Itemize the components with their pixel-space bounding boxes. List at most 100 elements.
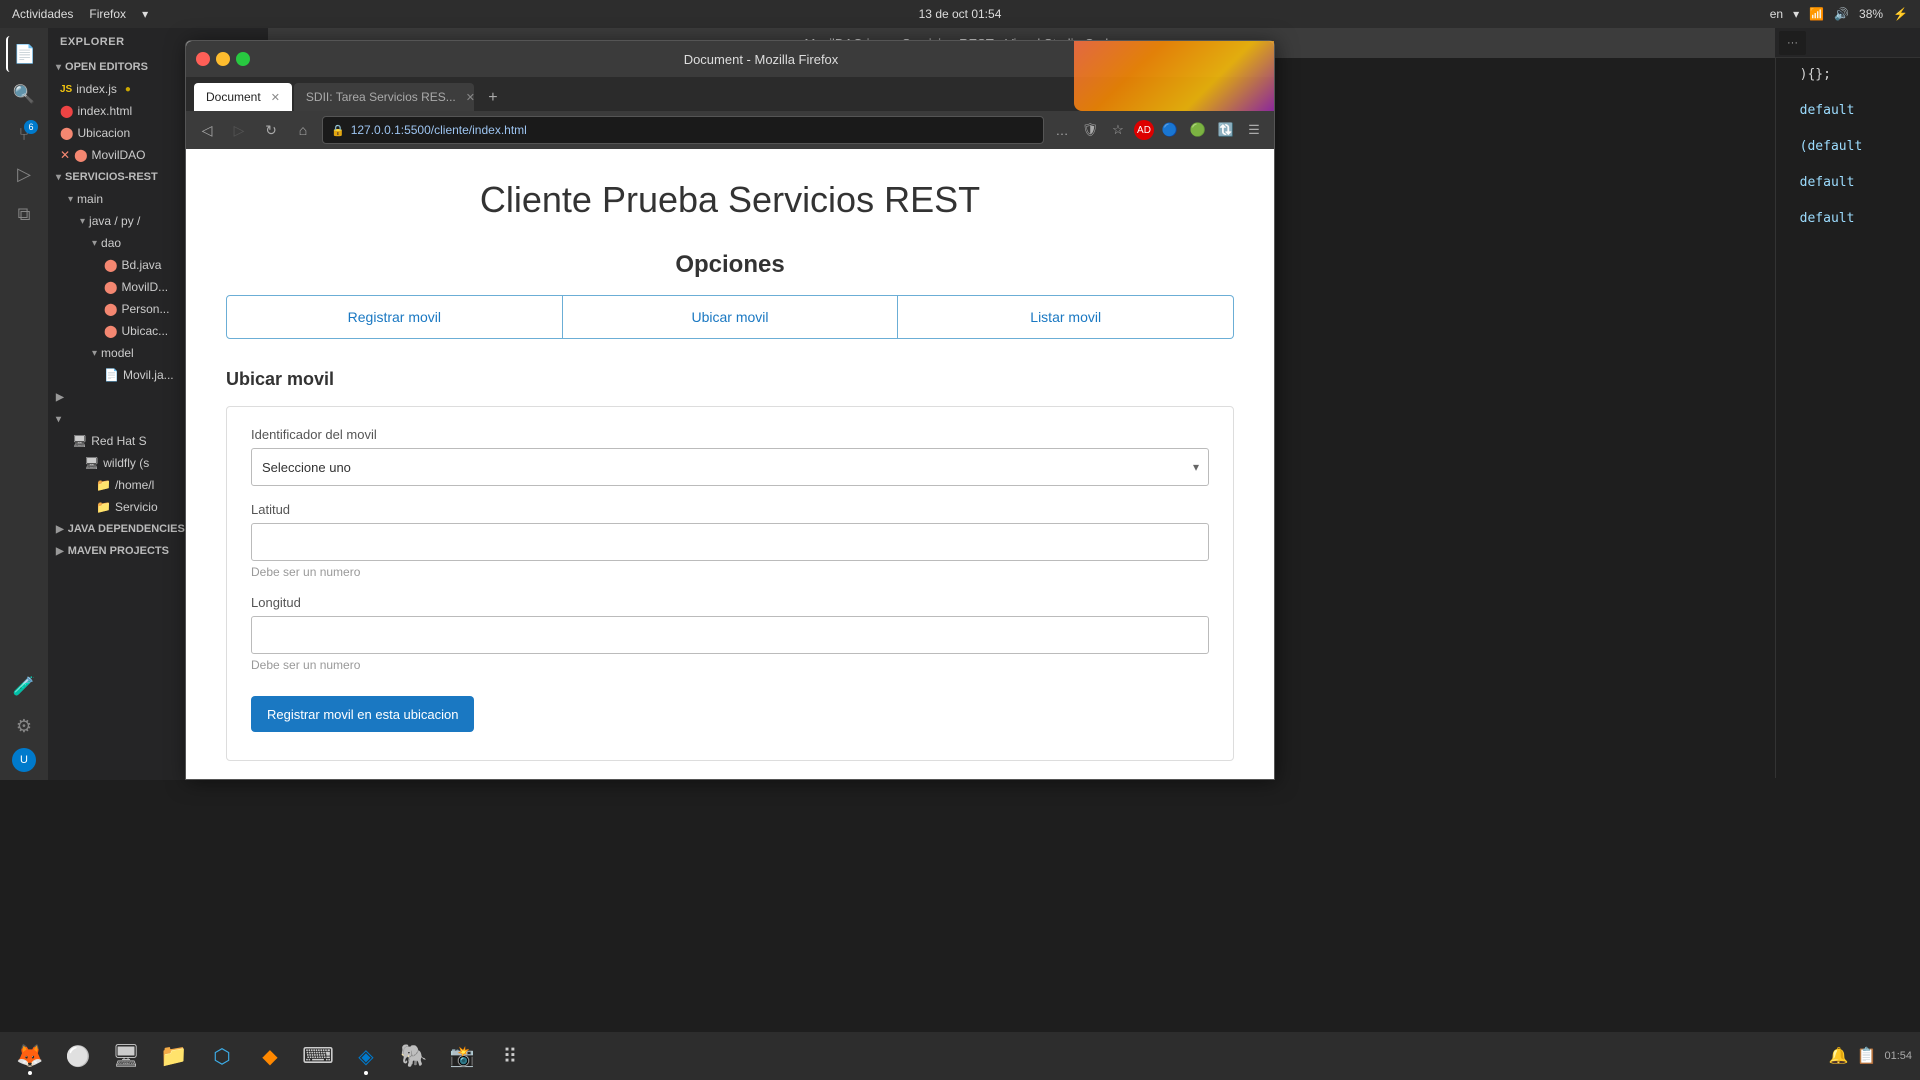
pgadmin-taskbar-icon: 🐘 — [400, 1043, 427, 1069]
lng-hint: Debe ser un numero — [251, 658, 1209, 672]
submit-ubicar-btn[interactable]: Registrar movil en esta ubicacion — [251, 696, 474, 732]
btn-ubicar-movil[interactable]: Ubicar movil — [563, 295, 899, 339]
greenshot-taskbar-icon: 📸 — [450, 1044, 475, 1069]
chevron-java-deps: ▶ — [56, 524, 64, 535]
open-editors-label: OPEN EDITORS — [65, 61, 148, 73]
address-bar[interactable]: 🔒 127.0.0.1:5500/cliente/index.html — [322, 116, 1044, 144]
activity-search[interactable]: 🔍 — [6, 76, 42, 112]
reload-button[interactable]: ↻ — [258, 117, 284, 143]
activities-label[interactable]: Actividades — [12, 7, 73, 21]
tab-close-1[interactable]: ✕ — [466, 91, 474, 104]
taskbar-firefox[interactable]: 🦊 — [8, 1034, 52, 1078]
file-name-index-js: index.js — [76, 82, 117, 96]
settings-taskbar-icon: ⬡ — [213, 1044, 230, 1069]
label-main: main — [77, 192, 103, 206]
servicios-rest-label: SERVICIOS-REST — [65, 171, 158, 183]
firefox-minimize-btn[interactable] — [216, 52, 230, 66]
label-bd-java: Bd.java — [121, 258, 161, 272]
ext-icon-1[interactable]: 🔵 — [1158, 118, 1182, 142]
movildao-error-icon: ✕ — [60, 148, 70, 162]
wifi-icon[interactable]: 📶 — [1809, 7, 1824, 21]
files-taskbar-icon: 📁 — [160, 1043, 187, 1069]
taskbar-sublime[interactable]: ◆ — [248, 1034, 292, 1078]
hamburger-menu[interactable]: ☰ — [1242, 118, 1266, 142]
tab-close-0[interactable]: ✕ — [271, 91, 280, 104]
firefox-tab-1[interactable]: SDII: Tarea Servicios RES... ✕ — [294, 83, 474, 111]
activity-explorer[interactable]: 📄 — [6, 36, 42, 72]
lang-label[interactable]: en — [1770, 7, 1783, 21]
taskbar-pgadmin[interactable]: 🐘 — [392, 1034, 436, 1078]
btn-listar-movil[interactable]: Listar movil — [898, 295, 1234, 339]
notif-icon-2[interactable]: 📋 — [1857, 1046, 1877, 1066]
vscode-active-indicator — [364, 1071, 368, 1075]
chrome-taskbar-icon: ⚪ — [66, 1044, 91, 1069]
vscode-taskbar-icon: ◈ — [358, 1044, 373, 1069]
taskbar-vscode[interactable]: ◈ — [344, 1034, 388, 1078]
form-group-id: Identificador del movil Seleccione uno ▾ — [251, 427, 1209, 486]
chevron-servers: ▾ — [56, 414, 61, 425]
firefox-tab-0[interactable]: Document ✕ — [194, 83, 292, 111]
bookmark-icon[interactable]: ☆ — [1106, 118, 1130, 142]
activity-test[interactable]: 🧪 — [6, 668, 42, 704]
apps-grid-icon: ⠿ — [503, 1044, 518, 1069]
id-select[interactable]: Seleccione uno — [251, 448, 1209, 486]
ubicac-error-icon: ⬤ — [104, 324, 117, 338]
taskbar-chrome[interactable]: ⚪ — [56, 1034, 100, 1078]
taskbar-kvantum[interactable]: ⌨ — [296, 1034, 340, 1078]
label-redhat: Red Hat S — [91, 434, 146, 448]
taskbar-apps-grid[interactable]: ⠿ — [488, 1034, 532, 1078]
file-modified-dot: ● — [125, 84, 131, 95]
file-name-ubicacion: Ubicacion — [77, 126, 130, 140]
editor-tabs-right: ··· — [1775, 28, 1920, 58]
address-text[interactable]: 127.0.0.1:5500/cliente/index.html — [351, 123, 1035, 137]
activity-bar: 📄 🔍 ⑂ 6 ▷ ⧉ 🧪 ⚙ U — [0, 28, 48, 780]
activity-run[interactable]: ▷ — [6, 156, 42, 192]
id-label: Identificador del movil — [251, 427, 1209, 442]
movildao-icon2: ⬤ — [74, 148, 87, 162]
activity-settings[interactable]: ⚙ — [6, 708, 42, 744]
volume-icon[interactable]: 🔊 — [1834, 7, 1849, 21]
taskbar-terminal[interactable]: 🖥 — [104, 1034, 148, 1078]
taskbar-settings-app[interactable]: ⬡ — [200, 1034, 244, 1078]
activity-bar-bottom: 🧪 ⚙ U — [6, 668, 42, 780]
firefox-toolbar-icons: … 🛡 ☆ AD 🔵 🟢 🔃 ☰ — [1050, 118, 1266, 142]
ubicacion-icon: ⬤ — [60, 126, 73, 140]
options-row: Registrar movil Ubicar movil Listar movi… — [226, 295, 1234, 339]
time-label-taskbar: 01:54 — [1884, 1050, 1912, 1062]
lng-input[interactable] — [251, 616, 1209, 654]
new-tab-button[interactable]: + — [480, 85, 506, 111]
firefox-hero-image — [1074, 41, 1274, 111]
ext-icon-2[interactable]: 🟢 — [1186, 118, 1210, 142]
movild-error-icon: ⬤ — [104, 280, 117, 294]
form-group-lng: Longitud Debe ser un numero — [251, 595, 1209, 672]
taskbar-greenshot[interactable]: 📸 — [440, 1034, 484, 1078]
back-button[interactable]: ◁ — [194, 117, 220, 143]
git-badge: 6 — [24, 120, 38, 134]
code-editor-right: ){}; default (default default default — [1775, 58, 1920, 778]
shield-icon[interactable]: 🛡 — [1078, 118, 1102, 142]
ext-icon-3[interactable]: 🔃 — [1214, 118, 1238, 142]
editor-tab-mini[interactable]: ··· — [1779, 31, 1806, 55]
lat-input[interactable] — [251, 523, 1209, 561]
forward-button[interactable]: ▷ — [226, 117, 252, 143]
more-options-btn[interactable]: … — [1050, 118, 1074, 142]
activity-avatar[interactable]: U — [12, 748, 36, 772]
label-movil-ja: Movil.ja... — [123, 368, 174, 382]
chevron-main: ▾ — [68, 194, 73, 205]
home-button[interactable]: ⌂ — [290, 117, 316, 143]
adblock-icon[interactable]: AD — [1134, 120, 1154, 140]
power-icon[interactable]: ⚡ — [1893, 7, 1908, 21]
taskbar-files[interactable]: 📁 — [152, 1034, 196, 1078]
firefox-label[interactable]: Firefox — [89, 7, 126, 21]
notif-icon-1[interactable]: 🔔 — [1829, 1046, 1849, 1066]
java-deps-label: JAVA DEPENDENCIES — [68, 523, 185, 535]
btn-registrar-movil[interactable]: Registrar movil — [226, 295, 563, 339]
firefox-maximize-btn[interactable] — [236, 52, 250, 66]
activity-extensions[interactable]: ⧉ — [6, 196, 42, 232]
activity-git[interactable]: ⑂ 6 — [6, 116, 42, 152]
os-topbar-center: 13 de oct 01:54 — [919, 7, 1002, 21]
firefox-window: Document - Mozilla Firefox Document ✕ SD… — [185, 40, 1275, 780]
firefox-dropdown-icon[interactable]: ▾ — [142, 7, 148, 21]
firefox-close-btn[interactable] — [196, 52, 210, 66]
dropdown-lang-icon[interactable]: ▾ — [1793, 7, 1799, 21]
